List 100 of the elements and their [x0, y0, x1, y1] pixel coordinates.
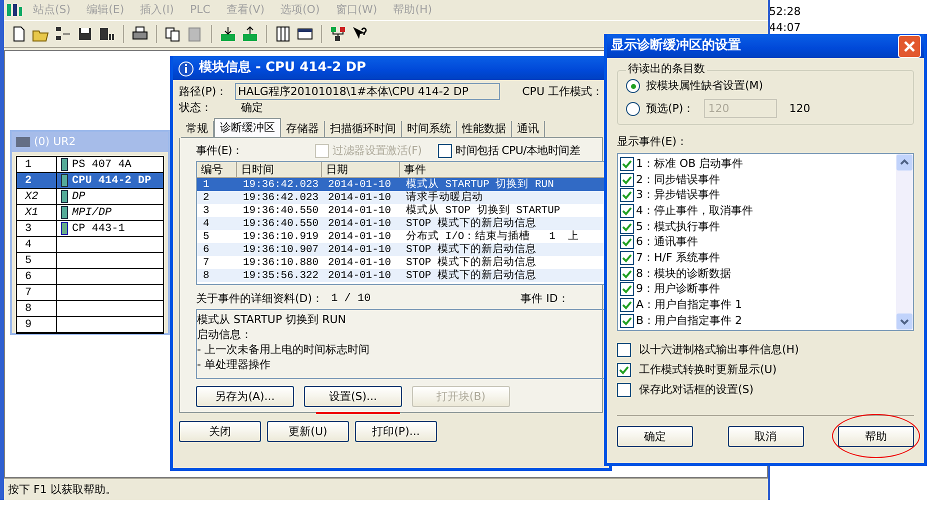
- checkbox[interactable]: [620, 314, 634, 328]
- dialog-button[interactable]: 打印(P)...: [355, 421, 437, 442]
- tab[interactable]: 诊断缓冲区: [214, 118, 281, 137]
- copy-icon[interactable]: [164, 25, 182, 43]
- slot-number: 1: [17, 157, 57, 172]
- table-cell-text: 8: [202, 268, 210, 282]
- list-item-label: B：用户自指定事件 2: [636, 314, 742, 328]
- rack-row[interactable]: 7: [17, 285, 163, 301]
- dialog-button[interactable]: 设置(S)...: [304, 386, 402, 407]
- scrollbar[interactable]: [896, 154, 913, 330]
- table-cell-text: STOP 模式下的新启动信息: [405, 268, 538, 282]
- checkbox-label: 过滤器设置激活(F): [332, 144, 422, 158]
- rack-row[interactable]: 6: [17, 269, 163, 285]
- dialog-button[interactable]: 关闭: [179, 421, 261, 442]
- app-icon: [6, 1, 24, 19]
- slot-number: X2: [17, 189, 57, 204]
- rack-row[interactable]: X1 MPI/DP: [17, 205, 163, 221]
- close-icon[interactable]: [898, 34, 921, 58]
- table-cell-text: STOP 模式下的新启动信息: [405, 242, 538, 256]
- slot-number: X1: [17, 205, 57, 220]
- checkbox[interactable]: [620, 298, 634, 312]
- slot-number: 5: [17, 253, 57, 268]
- column-header[interactable]: 编号: [197, 162, 237, 177]
- table-cell-text: 19:36:10.880: [242, 256, 320, 270]
- module-icon: [61, 206, 68, 219]
- checkbox[interactable]: [617, 363, 631, 377]
- slot-number: 2: [17, 173, 57, 188]
- table-cell-text: STOP 模式下的新启动信息: [405, 216, 538, 230]
- list-item-label: 7：H/F 系统事件: [636, 250, 720, 265]
- rack-row[interactable]: 8: [17, 301, 163, 317]
- checkbox[interactable]: [617, 383, 631, 397]
- checkbox[interactable]: [620, 220, 634, 234]
- table-row[interactable]: 3 19:36:40.550 2014-01-10 模式从 STOP 切换到 STARTUP: [197, 204, 609, 217]
- checkbox[interactable]: [620, 282, 634, 296]
- radio-button[interactable]: [626, 102, 640, 116]
- table-cell-text: 2014-01-10: [327, 230, 392, 244]
- list-item-label: 5：模式执行事件: [636, 220, 720, 234]
- table-row[interactable]: 5 19:36:10.919 2014-01-10 分布式 I/O：结束与插槽 1 上: [197, 230, 609, 243]
- rack-row[interactable]: X2 DP: [17, 189, 163, 205]
- rack-row[interactable]: 2 CPU 414-2 DP: [17, 173, 163, 189]
- radio-label: 按模块属性缺省设置(M): [646, 79, 764, 93]
- rack-row[interactable]: 4: [17, 237, 163, 253]
- table-cell-text: 19:36:40.550: [242, 204, 320, 218]
- rack-row[interactable]: 5: [17, 253, 163, 269]
- table-cell-text: 模式从 STOP 切换到 STARTUP: [405, 204, 562, 217]
- dialog-button[interactable]: 确定: [617, 426, 693, 447]
- table-cell-text: 2: [202, 190, 210, 204]
- table-cell-text: STOP 模式下的新启动信息: [405, 256, 538, 269]
- list-item-label: 9：用户诊断事件: [636, 282, 720, 296]
- column-header[interactable]: 日时间: [237, 162, 322, 177]
- window-title: (0) UR2: [34, 135, 76, 149]
- dialog-button[interactable]: 取消: [728, 426, 804, 447]
- checkbox[interactable]: [620, 188, 634, 202]
- save-icon[interactable]: [76, 25, 94, 43]
- table-row[interactable]: 7 19:36:10.880 2014-01-10 STOP 模式下的新启动信息: [197, 256, 609, 269]
- checkbox[interactable]: [620, 156, 634, 171]
- details-label: 关于事件的详细资料(D)：: [196, 292, 324, 306]
- max-entries-text: 120: [789, 102, 810, 116]
- radio-button[interactable]: [626, 79, 640, 93]
- table-cell-text: 模式从 STARTUP 切换到 RUN: [405, 178, 555, 191]
- module-name: MPI/DP: [72, 206, 112, 220]
- checkbox[interactable]: [438, 144, 452, 158]
- table-cell-text: 2014-01-10: [327, 190, 392, 204]
- dialog-button[interactable]: 更新(U): [267, 421, 349, 442]
- upload-icon[interactable]: [241, 25, 259, 43]
- table-cell-text: 5: [202, 230, 210, 244]
- download-icon[interactable]: [219, 25, 237, 43]
- window-title: 模块信息 - CPU 414-2 DP: [199, 61, 366, 75]
- table-cell-text: 2014-01-10: [327, 242, 392, 256]
- path-label: 路径(P)：: [179, 84, 228, 98]
- checkbox-label: 时间包括 CPU/本地时间差: [456, 144, 580, 158]
- events-label: 显示事件(E)：: [617, 135, 689, 149]
- module-icon: [61, 190, 68, 203]
- module-name: CPU 414-2 DP: [72, 174, 152, 188]
- rack-row[interactable]: 3 CP 443-1: [17, 221, 163, 237]
- dialog-button[interactable]: 帮助: [838, 426, 914, 447]
- checkbox[interactable]: [620, 250, 634, 265]
- dialog-button[interactable]: 另存为(A)...: [196, 386, 294, 407]
- list-item-label: 2：同步错误事件: [636, 172, 720, 187]
- checkbox[interactable]: [620, 266, 634, 281]
- table-cell-text: 19:36:10.907: [242, 242, 320, 256]
- checkbox[interactable]: [620, 172, 634, 187]
- slot-number: 3: [17, 221, 57, 236]
- table-cell-text: 2014-01-10: [327, 178, 392, 192]
- column-header[interactable]: 日期: [322, 162, 400, 177]
- list-item-label: 1：标准 OB 启动事件: [636, 156, 744, 171]
- details-line: 启动信息：: [197, 327, 253, 342]
- checkbox[interactable]: [620, 204, 634, 218]
- checkbox[interactable]: [620, 235, 634, 250]
- module-view-icon[interactable]: [274, 25, 292, 43]
- rack-row[interactable]: 9: [17, 317, 163, 333]
- scroll-up-icon[interactable]: [896, 154, 913, 171]
- path-field: HALG程序20101018\1#本体\CPU 414-2 DP: [234, 83, 500, 100]
- scroll-down-icon[interactable]: [896, 313, 913, 330]
- table-cell-text: 6: [202, 242, 210, 256]
- module-icon: [61, 158, 68, 171]
- checkbox[interactable]: [617, 343, 631, 357]
- rack-icon: [16, 136, 30, 148]
- details-line: - 上一次未备用上电的时间标志时间: [197, 342, 370, 357]
- network-config-icon[interactable]: [329, 25, 347, 43]
